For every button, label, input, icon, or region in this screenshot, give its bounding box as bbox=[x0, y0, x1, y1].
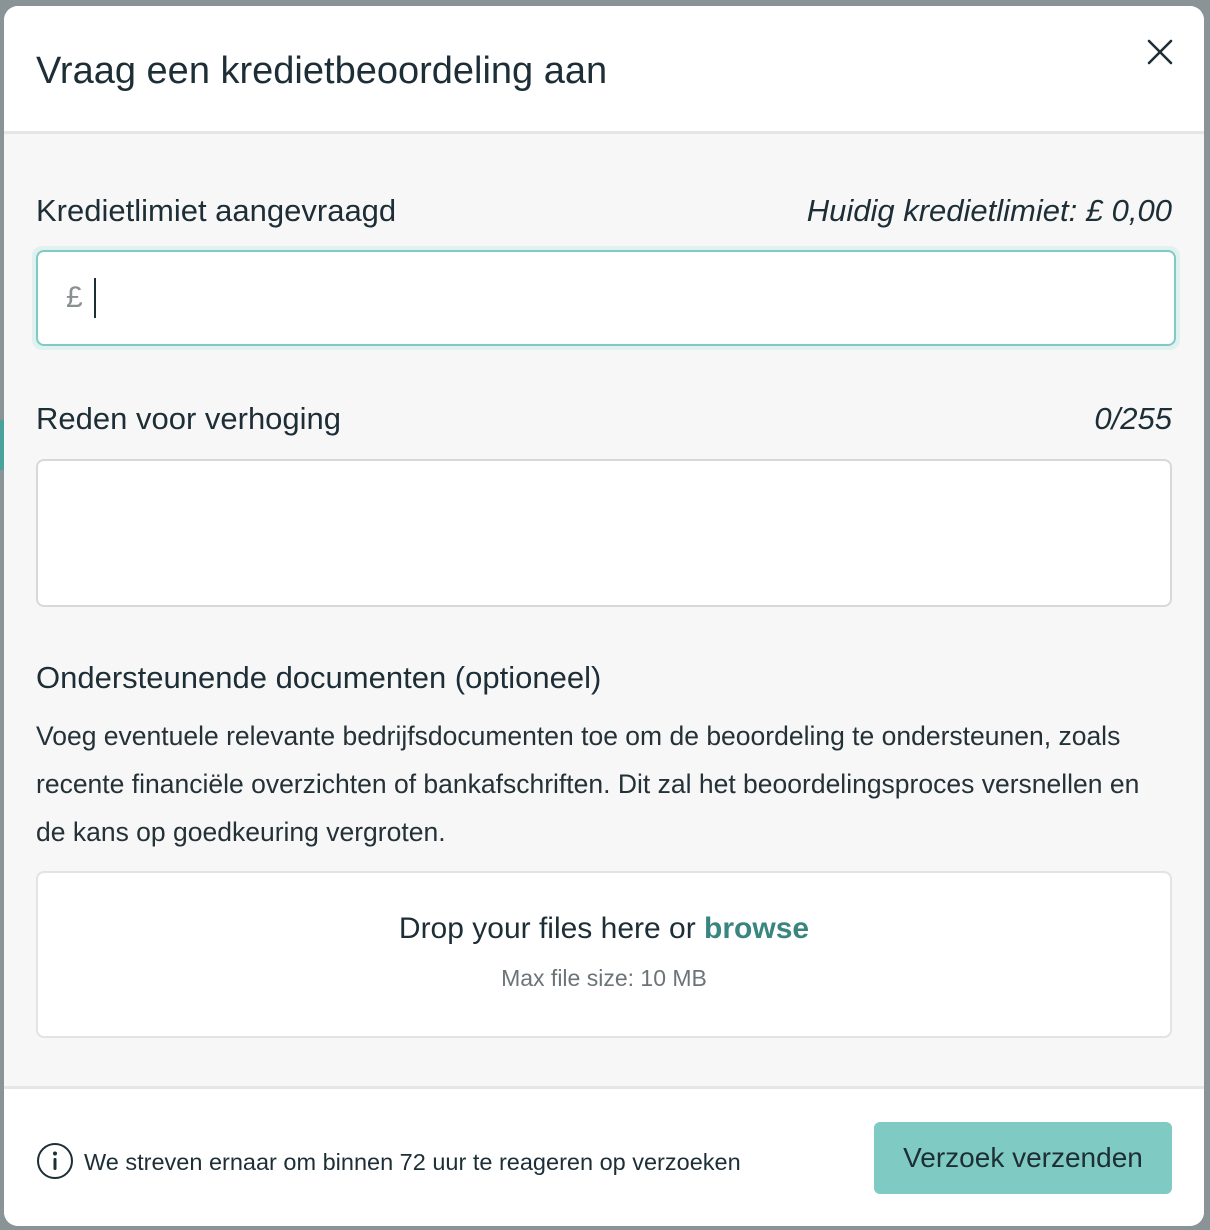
modal-footer: We streven ernaar om binnen 72 uur te re… bbox=[4, 1086, 1204, 1226]
documents-description: Voeg eventuele relevante bedrijfsdocumen… bbox=[36, 721, 1140, 847]
file-dropzone[interactable]: Drop your files here or browse Max file … bbox=[36, 871, 1172, 1038]
credit-limit-focus-ring: £ bbox=[32, 246, 1180, 350]
reason-char-counter: 0/255 bbox=[1094, 401, 1172, 436]
reason-label: Reden voor verhoging bbox=[36, 401, 342, 436]
documents-title: Ondersteunende documenten (optioneel) bbox=[36, 660, 602, 695]
credit-review-modal: Vraag een kredietbeoordeling aan Krediet… bbox=[4, 6, 1204, 1226]
info-icon bbox=[37, 1143, 73, 1179]
credit-limit-input-box[interactable]: £ bbox=[36, 250, 1176, 346]
response-time-note: We streven ernaar om binnen 72 uur te re… bbox=[84, 1149, 741, 1175]
browse-link[interactable]: browse bbox=[704, 912, 809, 945]
close-button[interactable] bbox=[1140, 32, 1180, 72]
credit-limit-input[interactable] bbox=[98, 272, 1162, 326]
currency-symbol: £ bbox=[66, 281, 83, 314]
modal-title: Vraag een kredietbeoordeling aan bbox=[36, 50, 608, 92]
credit-limit-label: Kredietlimiet aangevraagd bbox=[36, 193, 397, 228]
current-credit-limit: Huidig kredietlimiet: £ 0,00 bbox=[806, 193, 1172, 228]
dropzone-prompt: Drop your files here or bbox=[398, 912, 696, 945]
close-icon bbox=[1147, 39, 1173, 65]
submit-request-button[interactable]: Verzoek verzenden bbox=[874, 1122, 1172, 1194]
reason-textarea[interactable] bbox=[36, 459, 1172, 607]
dropzone-prompt-line: Drop your files here or browse bbox=[38, 909, 1170, 949]
text-caret bbox=[94, 278, 96, 318]
max-file-size: Max file size: 10 MB bbox=[501, 965, 707, 991]
modal-header: Vraag een kredietbeoordeling aan bbox=[4, 6, 1204, 134]
